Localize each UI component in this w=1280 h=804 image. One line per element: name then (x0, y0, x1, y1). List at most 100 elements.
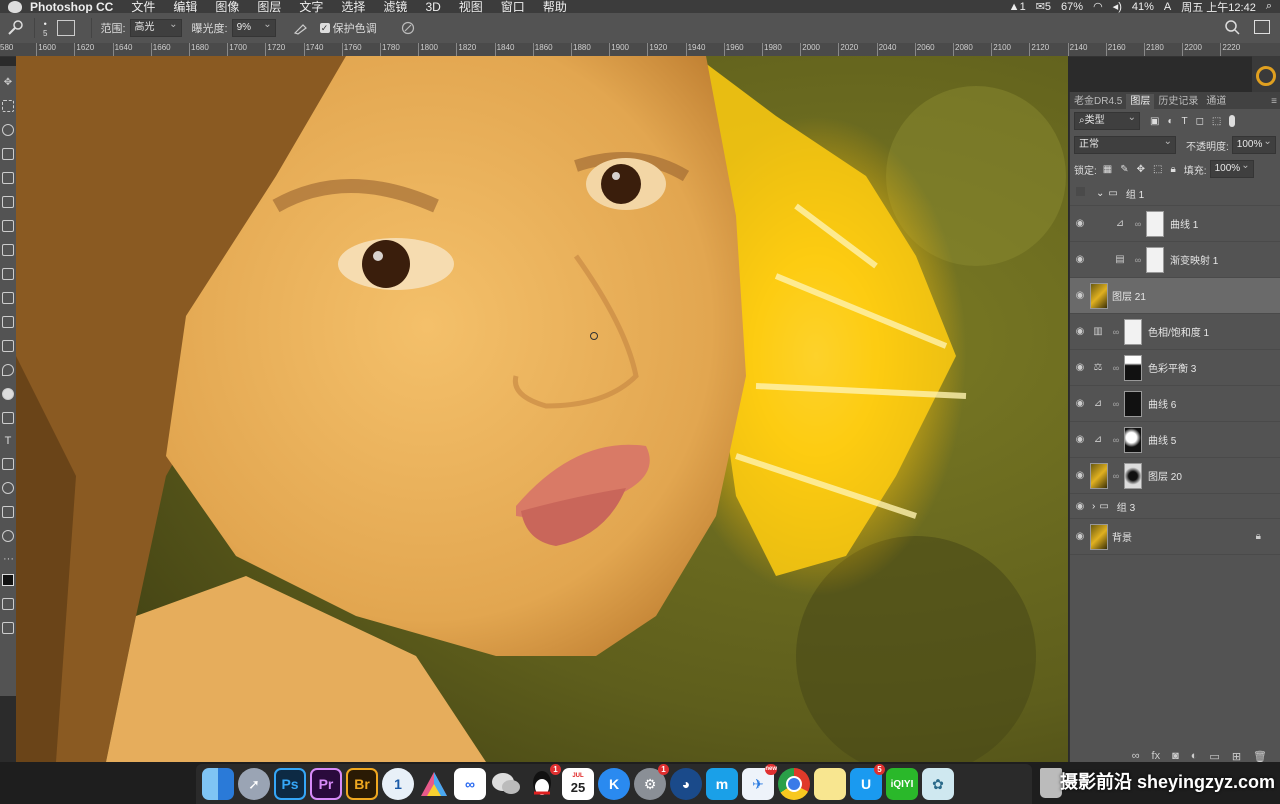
eye-icon[interactable]: ◉ (1070, 501, 1090, 512)
quick-select-icon[interactable] (2, 148, 14, 160)
opacity-input[interactable]: 100% (1231, 134, 1276, 154)
link-icon[interactable]: ∞ (1134, 219, 1142, 229)
eye-icon[interactable]: ◉ (1070, 398, 1090, 409)
layer-mask-thumb[interactable] (1146, 210, 1164, 237)
lasso-tool-icon[interactable] (2, 124, 14, 136)
new-adjustment-icon[interactable]: ◐ (1191, 750, 1198, 762)
clone-stamp-icon[interactable] (2, 268, 14, 280)
menu-image[interactable]: 图像 (215, 0, 239, 13)
type-tool-icon[interactable]: T (3, 436, 13, 447)
photoshop-icon[interactable]: Ps (274, 768, 306, 800)
lock-all-icon[interactable]: 🔒︎ (1170, 164, 1175, 175)
eyedropper-icon[interactable] (2, 196, 14, 208)
layer-mask-thumb[interactable] (1124, 318, 1142, 345)
premiere-icon[interactable]: Pr (310, 768, 342, 800)
u-app-icon[interactable]: U 5 (850, 764, 885, 800)
menu-window[interactable]: 窗口 (501, 0, 525, 13)
filter-shape-icon[interactable]: ◻ (1196, 116, 1204, 127)
path-select-icon[interactable] (2, 458, 14, 470)
new-group-icon[interactable]: ▭ (1209, 750, 1219, 763)
link-icon[interactable]: ∞ (1112, 399, 1120, 409)
layer-filter-dropdown[interactable]: ⌕类型 (1074, 110, 1140, 130)
layer-curves-1[interactable]: ◉ ⊿ ∞ 曲线 1 (1070, 206, 1280, 242)
range-dropdown[interactable]: 高光 (129, 17, 182, 37)
link-icon[interactable]: ∞ (1112, 327, 1120, 337)
wechat-icon[interactable] (490, 768, 522, 800)
tab-channels[interactable]: 通道 (1202, 94, 1230, 109)
filter-pixel-icon[interactable]: ▣ (1150, 116, 1159, 127)
eye-icon[interactable]: ◉ (1070, 470, 1090, 481)
volume-icon[interactable]: ◂) (1113, 0, 1122, 13)
chevron-down-icon[interactable]: ⌄ (1096, 188, 1104, 199)
tab-laojin[interactable]: 老金DR4.5 (1070, 94, 1126, 109)
edge-icon[interactable]: ◕ (670, 768, 702, 800)
eye-icon[interactable]: ◉ (1070, 254, 1090, 265)
brush-panel-icon[interactable] (57, 20, 76, 36)
layer-mask-thumb[interactable] (1124, 354, 1142, 381)
move-tool-icon[interactable]: ✥ (3, 78, 13, 88)
menu-help[interactable]: 帮助 (543, 0, 567, 13)
app-m-icon[interactable]: m (706, 768, 738, 800)
panel-menu-icon[interactable]: ≡ (1267, 94, 1280, 109)
1password-icon[interactable]: 1 (382, 768, 414, 800)
lock-pixels-icon[interactable]: ✎ (1120, 164, 1128, 175)
layer-mask-thumb[interactable] (1146, 246, 1164, 273)
color-wheel-icon[interactable] (1256, 66, 1276, 86)
clock[interactable]: 周五 上午12:42 (1181, 0, 1256, 14)
zoom-tool-icon[interactable] (2, 530, 14, 542)
lock-transparent-icon[interactable]: ▦ (1103, 164, 1112, 175)
protect-tones-checkbox[interactable]: ✓ (319, 23, 330, 33)
layer-curves-5[interactable]: ◉ ⊿ ∞ 曲线 5 (1070, 422, 1280, 458)
shape-tool-icon[interactable] (2, 482, 14, 494)
filter-toggle[interactable] (1229, 115, 1236, 127)
quick-mask-icon[interactable] (2, 598, 14, 610)
status-wechat-icon[interactable]: ✉5 (1036, 0, 1051, 13)
layer-group-3[interactable]: ◉ › ▭ 组 3 (1070, 494, 1280, 519)
layer-group-1[interactable]: ⌄ ▭ 组 1 (1070, 181, 1280, 206)
keynote-k-icon[interactable]: K (598, 768, 630, 800)
filter-type-icon[interactable]: T (1182, 116, 1188, 127)
layer-thumbnail[interactable] (1090, 282, 1108, 309)
layer-gradient-map-1[interactable]: ◉ ▤ ∞ 渐变映射 1 (1070, 242, 1280, 278)
eye-icon[interactable]: ◉ (1070, 326, 1090, 337)
menu-select[interactable]: 选择 (341, 0, 365, 13)
hand-tool-icon[interactable] (2, 506, 14, 518)
menu-file[interactable]: 文件 (131, 0, 155, 13)
fill-input[interactable]: 100% (1209, 158, 1254, 178)
burn-tool-icon[interactable] (4, 19, 26, 37)
exposure-dropdown[interactable]: 9% (231, 17, 276, 37)
layer-hue-sat-1[interactable]: ◉ ▥ ∞ 色相/饱和度 1 (1070, 314, 1280, 350)
system-preferences-icon[interactable]: ⚙ 1 (634, 764, 669, 800)
bridge-icon[interactable]: Br (346, 768, 378, 800)
finder-icon[interactable] (202, 768, 234, 800)
foreground-color-swatch[interactable] (2, 574, 14, 586)
filter-adjust-icon[interactable]: ◐ (1167, 116, 1173, 127)
menu-filter[interactable]: 滤镜 (383, 0, 407, 13)
eye-icon[interactable]: ◉ (1070, 218, 1090, 229)
filter-smart-icon[interactable]: ⬚ (1212, 116, 1221, 127)
menu-3d[interactable]: 3D (425, 0, 440, 13)
link-icon[interactable]: ∞ (1112, 471, 1120, 481)
pressure-icon[interactable] (397, 19, 419, 37)
add-mask-icon[interactable]: ◙ (1172, 750, 1179, 762)
baidu-netdisk-icon[interactable]: ∞ (454, 768, 486, 800)
menu-layer[interactable]: 图层 (257, 0, 281, 13)
gradient-tool-icon[interactable] (2, 340, 14, 352)
apple-icon[interactable] (8, 0, 22, 13)
workspace-icon[interactable] (1254, 20, 1270, 34)
search-icon[interactable] (1224, 19, 1240, 38)
visibility-off-box[interactable] (1070, 187, 1090, 199)
menu-edit[interactable]: 编辑 (173, 0, 197, 13)
menu-type[interactable]: 文字 (299, 0, 323, 13)
wifi-icon[interactable]: ◠ (1093, 0, 1103, 13)
preview-icon[interactable]: ✿ (922, 768, 954, 800)
eye-icon[interactable]: ◉ (1070, 531, 1090, 542)
fx-icon[interactable]: fx (1152, 750, 1161, 762)
brush-tool-icon[interactable] (2, 244, 14, 256)
chevron-right-icon[interactable]: › (1092, 501, 1095, 512)
menu-view[interactable]: 视图 (459, 0, 483, 13)
layer-20[interactable]: ◉ ∞ 图层 20 (1070, 458, 1280, 494)
eye-icon[interactable]: ◉ (1070, 434, 1090, 445)
brush-preset-picker[interactable]: • 5 (43, 19, 47, 38)
link-icon[interactable]: ∞ (1112, 435, 1120, 445)
